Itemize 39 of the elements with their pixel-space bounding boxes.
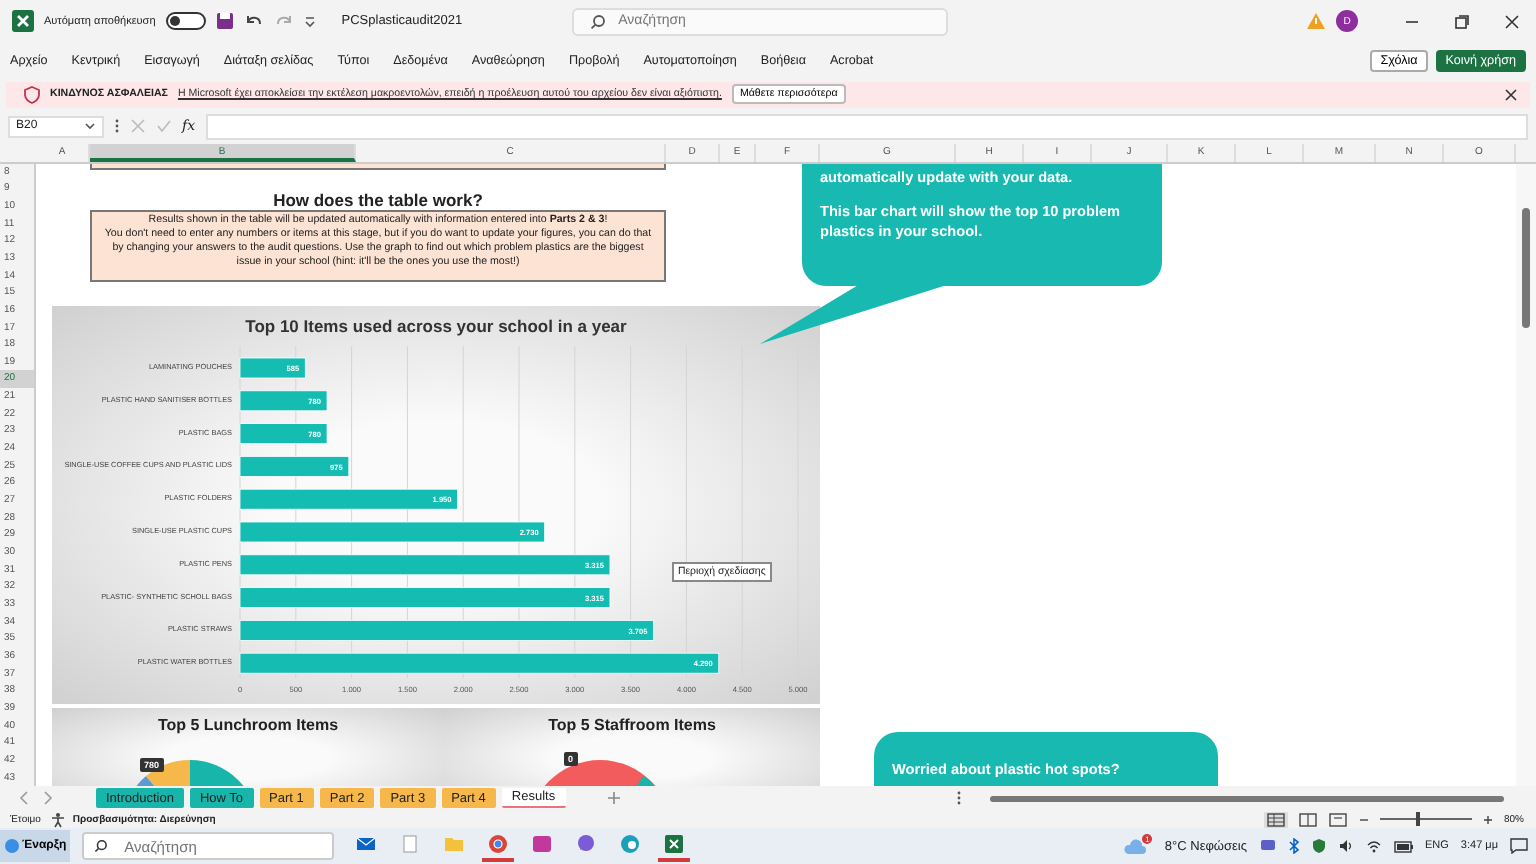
more-icon[interactable] — [956, 790, 962, 807]
shield-icon[interactable] — [1311, 838, 1325, 855]
close-icon[interactable] — [1504, 87, 1518, 102]
chart-title: Top 5 Lunchroom Items — [155, 715, 341, 734]
formula-input[interactable] — [205, 113, 1528, 140]
normal-view-icon[interactable] — [1263, 811, 1288, 828]
chart-title: Top 5 Staffroom Items — [546, 715, 718, 734]
speaker-icon[interactable] — [1337, 838, 1353, 855]
accessibility-icon[interactable] — [50, 811, 67, 828]
bar — [239, 389, 328, 411]
search-icon — [590, 13, 607, 30]
bluetooth-icon[interactable] — [1287, 838, 1299, 855]
page-break-icon[interactable] — [1327, 811, 1348, 828]
spreadsheet-app-icon — [12, 10, 34, 33]
more-icon[interactable] — [114, 118, 120, 135]
page-layout-icon[interactable] — [1297, 811, 1318, 828]
browser-app-icon[interactable] — [482, 830, 515, 863]
restore-icon[interactable] — [1454, 13, 1470, 30]
battery-icon[interactable] — [1393, 839, 1413, 854]
zoom-in-icon[interactable] — [1481, 813, 1494, 826]
vertical-scrollbar[interactable] — [1516, 163, 1536, 787]
sheet-app-icon[interactable] — [658, 830, 691, 863]
shield-icon — [24, 85, 40, 104]
bar — [239, 356, 306, 378]
close-icon[interactable] — [1504, 13, 1520, 30]
autosave-toggle[interactable] — [165, 12, 206, 31]
section-heading: How does the table work? — [271, 189, 485, 210]
customize-caret-icon[interactable] — [303, 15, 316, 28]
bar — [239, 455, 350, 476]
chart-title: Top 10 Items used across your school in a year — [245, 315, 627, 336]
zoom-slider[interactable] — [1416, 812, 1421, 827]
wifi-icon[interactable] — [1365, 838, 1381, 855]
search-icon — [94, 838, 109, 855]
save-icon[interactable] — [215, 12, 234, 31]
zoom-out-icon[interactable] — [1357, 813, 1370, 826]
previous-sheet-icon[interactable] — [18, 790, 30, 807]
bar — [239, 422, 328, 444]
cloud-icon[interactable] — [1122, 837, 1147, 856]
notifications-icon[interactable] — [1510, 838, 1528, 855]
